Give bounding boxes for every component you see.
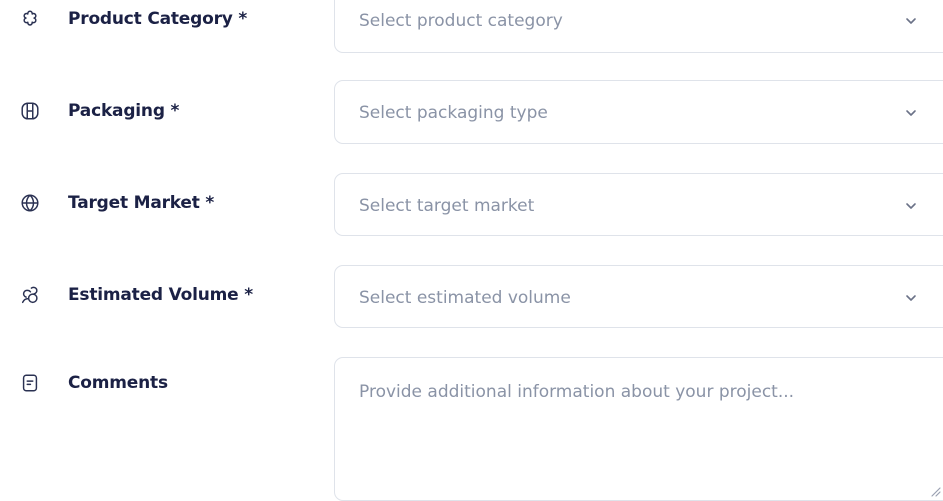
packaging-row: Packaging * Select packaging type [0, 80, 943, 144]
product-category-label: Product Category * [68, 9, 248, 29]
estimated-volume-placeholder: Select estimated volume [359, 288, 571, 308]
product-category-placeholder: Select product category [359, 11, 563, 31]
estimated-volume-select[interactable]: Select estimated volume [334, 265, 943, 328]
package-icon [19, 100, 41, 122]
chevron-down-icon [903, 198, 919, 214]
flower-icon [19, 8, 41, 30]
project-form: Product Category * Select product catego… [0, 0, 943, 501]
chart-icon [19, 284, 41, 306]
target-market-select[interactable]: Select target market [334, 173, 943, 236]
comments-row: Comments [0, 357, 943, 501]
product-category-row: Product Category * Select product catego… [0, 0, 943, 53]
comments-field [334, 357, 943, 501]
estimated-volume-row: Estimated Volume * Select estimated volu… [0, 265, 943, 328]
document-icon [19, 372, 41, 394]
estimated-volume-label: Estimated Volume * [68, 285, 253, 305]
target-market-placeholder: Select target market [359, 196, 535, 216]
globe-icon [19, 192, 41, 214]
chevron-down-icon [903, 13, 919, 29]
packaging-placeholder: Select packaging type [359, 103, 548, 123]
comments-label: Comments [68, 373, 168, 393]
product-category-select[interactable]: Select product category [334, 0, 943, 53]
target-market-label: Target Market * [68, 193, 215, 213]
comments-textarea[interactable] [335, 358, 943, 500]
resize-handle-icon[interactable] [929, 485, 941, 497]
packaging-select[interactable]: Select packaging type [334, 80, 943, 144]
chevron-down-icon [903, 290, 919, 306]
packaging-label: Packaging * [68, 101, 180, 121]
chevron-down-icon [903, 105, 919, 121]
target-market-row: Target Market * Select target market [0, 173, 943, 236]
